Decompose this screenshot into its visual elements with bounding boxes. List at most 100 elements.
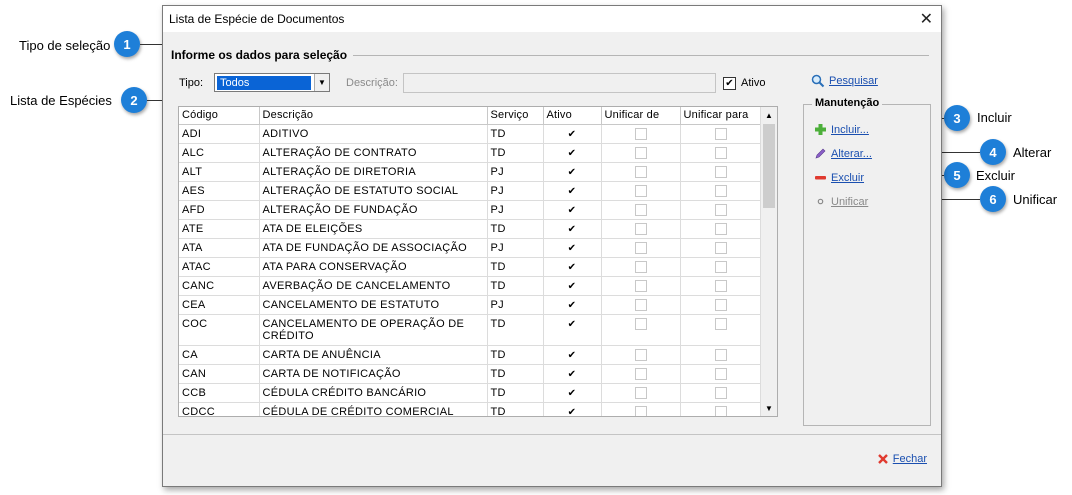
incluir-button[interactable]: Incluir... (814, 123, 869, 136)
descricao-input[interactable] (403, 73, 716, 93)
ativo-check-icon[interactable]: ✔ (567, 262, 578, 274)
cell-unificar-para (680, 383, 763, 403)
table-row[interactable]: CCB CÉDULA CRÉDITO BANCÁRIO TD ✔ (179, 383, 763, 403)
scroll-up-icon[interactable]: ▲ (761, 107, 777, 123)
unificar-de-checkbox[interactable] (634, 348, 647, 361)
cell-unificar-para (680, 200, 763, 220)
cell-servico: PJ (487, 162, 544, 182)
unificar-button[interactable]: Unificar (814, 195, 868, 208)
col-header-unificar-para[interactable]: Unificar para (680, 107, 763, 125)
unificar-de-checkbox[interactable] (634, 241, 647, 254)
unificar-de-checkbox[interactable] (634, 184, 647, 197)
unificar-para-checkbox[interactable] (715, 317, 727, 330)
unificar-de-checkbox[interactable] (634, 222, 647, 235)
table-row[interactable]: ALC ALTERAÇÃO DE CONTRATO TD ✔ (179, 143, 763, 163)
unificar-de-checkbox[interactable] (634, 386, 647, 399)
alterar-button[interactable]: Alterar... (814, 147, 872, 160)
unificar-para-checkbox[interactable] (715, 127, 727, 140)
unificar-para-checkbox[interactable] (715, 348, 727, 361)
unificar-de-checkbox[interactable] (634, 146, 647, 159)
cell-unificar-de (601, 276, 681, 296)
ativo-check-icon[interactable]: ✔ (567, 319, 578, 331)
unificar-para-checkbox[interactable] (715, 146, 727, 159)
unificar-para-checkbox[interactable] (715, 279, 727, 292)
unificar-para-checkbox[interactable] (715, 386, 727, 399)
unificar-para-checkbox[interactable] (715, 222, 727, 235)
pencil-icon (815, 148, 826, 159)
grid-scrollbar[interactable]: ▲ ▼ (760, 107, 777, 416)
pesquisar-button[interactable]: Pesquisar (811, 74, 878, 88)
section-divider (353, 55, 929, 56)
col-header-unificar-de[interactable]: Unificar de (601, 107, 681, 125)
unificar-para-checkbox[interactable] (715, 298, 727, 311)
cell-servico: TD (487, 219, 544, 239)
unificar-de-checkbox[interactable] (634, 298, 647, 311)
excluir-button[interactable]: Excluir (814, 171, 864, 184)
title-bar[interactable]: Lista de Espécie de Documentos ✕ (163, 6, 941, 32)
unificar-para-checkbox[interactable] (715, 367, 727, 380)
table-row[interactable]: ATE ATA DE ELEIÇÕES TD ✔ (179, 219, 763, 239)
chevron-down-icon[interactable]: ▼ (314, 74, 329, 91)
ativo-check-icon[interactable]: ✔ (567, 369, 578, 381)
unificar-para-checkbox[interactable] (715, 184, 727, 197)
ativo-check-icon[interactable]: ✔ (567, 148, 578, 160)
cell-servico: TD (487, 276, 544, 296)
table-row[interactable]: ATA ATA DE FUNDAÇÃO DE ASSOCIAÇÃO PJ ✔ (179, 238, 763, 258)
cell-unificar-de (601, 162, 681, 182)
cell-codigo: ATE (179, 219, 260, 239)
table-row[interactable]: ALT ALTERAÇÃO DE DIRETORIA PJ ✔ (179, 162, 763, 182)
col-header-ativo[interactable]: Ativo (543, 107, 602, 125)
ativo-check-icon[interactable]: ✔ (567, 167, 578, 179)
unificar-de-checkbox[interactable] (634, 367, 647, 380)
unificar-de-checkbox[interactable] (634, 279, 647, 292)
ativo-check-icon[interactable]: ✔ (567, 186, 578, 198)
table-row[interactable]: CDCC CÉDULA DE CRÉDITO COMERCIAL TD ✔ (179, 402, 763, 416)
table-row[interactable]: ADI ADITIVO TD ✔ (179, 124, 763, 144)
ativo-checkbox[interactable]: ✔ (723, 77, 736, 90)
ativo-check-icon[interactable]: ✔ (567, 300, 578, 312)
cell-unificar-de (601, 257, 681, 277)
cell-descricao: ATA DE ELEIÇÕES (259, 219, 488, 239)
unificar-para-checkbox[interactable] (715, 203, 727, 216)
unificar-para-checkbox[interactable] (715, 241, 727, 254)
table-row[interactable]: CANC AVERBAÇÃO DE CANCELAMENTO TD ✔ (179, 276, 763, 296)
col-header-descricao[interactable]: Descrição (259, 107, 488, 125)
unificar-de-checkbox[interactable] (634, 203, 647, 216)
species-grid[interactable]: Código Descrição Serviço Ativo Unificar … (178, 106, 778, 417)
ativo-check-icon[interactable]: ✔ (567, 350, 578, 362)
cell-descricao: CÉDULA CRÉDITO BANCÁRIO (259, 383, 488, 403)
pesquisar-label: Pesquisar (829, 75, 878, 87)
unificar-de-checkbox[interactable] (634, 127, 647, 140)
table-row[interactable]: COC CANCELAMENTO DE OPERAÇÃO DE CRÉDITO TD… (179, 314, 763, 346)
tipo-select[interactable]: Todos ▼ (214, 73, 330, 92)
unificar-de-checkbox[interactable] (634, 165, 647, 178)
cell-descricao: AVERBAÇÃO DE CANCELAMENTO (259, 276, 488, 296)
col-header-codigo[interactable]: Código (179, 107, 260, 125)
ativo-check-icon[interactable]: ✔ (567, 205, 578, 217)
unificar-para-checkbox[interactable] (715, 405, 727, 416)
descricao-label: Descrição: (346, 77, 398, 89)
table-row[interactable]: ATAC ATA PARA CONSERVAÇÃO TD ✔ (179, 257, 763, 277)
table-row[interactable]: AFD ALTERAÇÃO DE FUNDAÇÃO PJ ✔ (179, 200, 763, 220)
table-row[interactable]: CAN CARTA DE NOTIFICAÇÃO TD ✔ (179, 364, 763, 384)
ativo-check-icon[interactable]: ✔ (567, 129, 578, 141)
scroll-down-icon[interactable]: ▼ (761, 400, 777, 416)
table-row[interactable]: CA CARTA DE ANUÊNCIA TD ✔ (179, 345, 763, 365)
ativo-check-icon[interactable]: ✔ (567, 281, 578, 293)
unificar-para-checkbox[interactable] (715, 165, 727, 178)
col-header-servico[interactable]: Serviço (487, 107, 544, 125)
ativo-check-icon[interactable]: ✔ (567, 388, 578, 400)
scroll-thumb[interactable] (763, 124, 775, 208)
close-icon[interactable]: ✕ (920, 9, 933, 29)
table-row[interactable]: AES ALTERAÇÃO DE ESTATUTO SOCIAL PJ ✔ (179, 181, 763, 201)
table-row[interactable]: CEA CANCELAMENTO DE ESTATUTO PJ ✔ (179, 295, 763, 315)
fechar-button[interactable]: Fechar (877, 453, 927, 465)
ativo-check-icon[interactable]: ✔ (567, 224, 578, 236)
ativo-check-icon[interactable]: ✔ (567, 243, 578, 255)
unificar-de-checkbox[interactable] (634, 405, 647, 416)
cell-unificar-para (680, 219, 763, 239)
unificar-de-checkbox[interactable] (634, 317, 647, 330)
ativo-check-icon[interactable]: ✔ (567, 407, 578, 416)
unificar-de-checkbox[interactable] (634, 260, 647, 273)
unificar-para-checkbox[interactable] (715, 260, 727, 273)
